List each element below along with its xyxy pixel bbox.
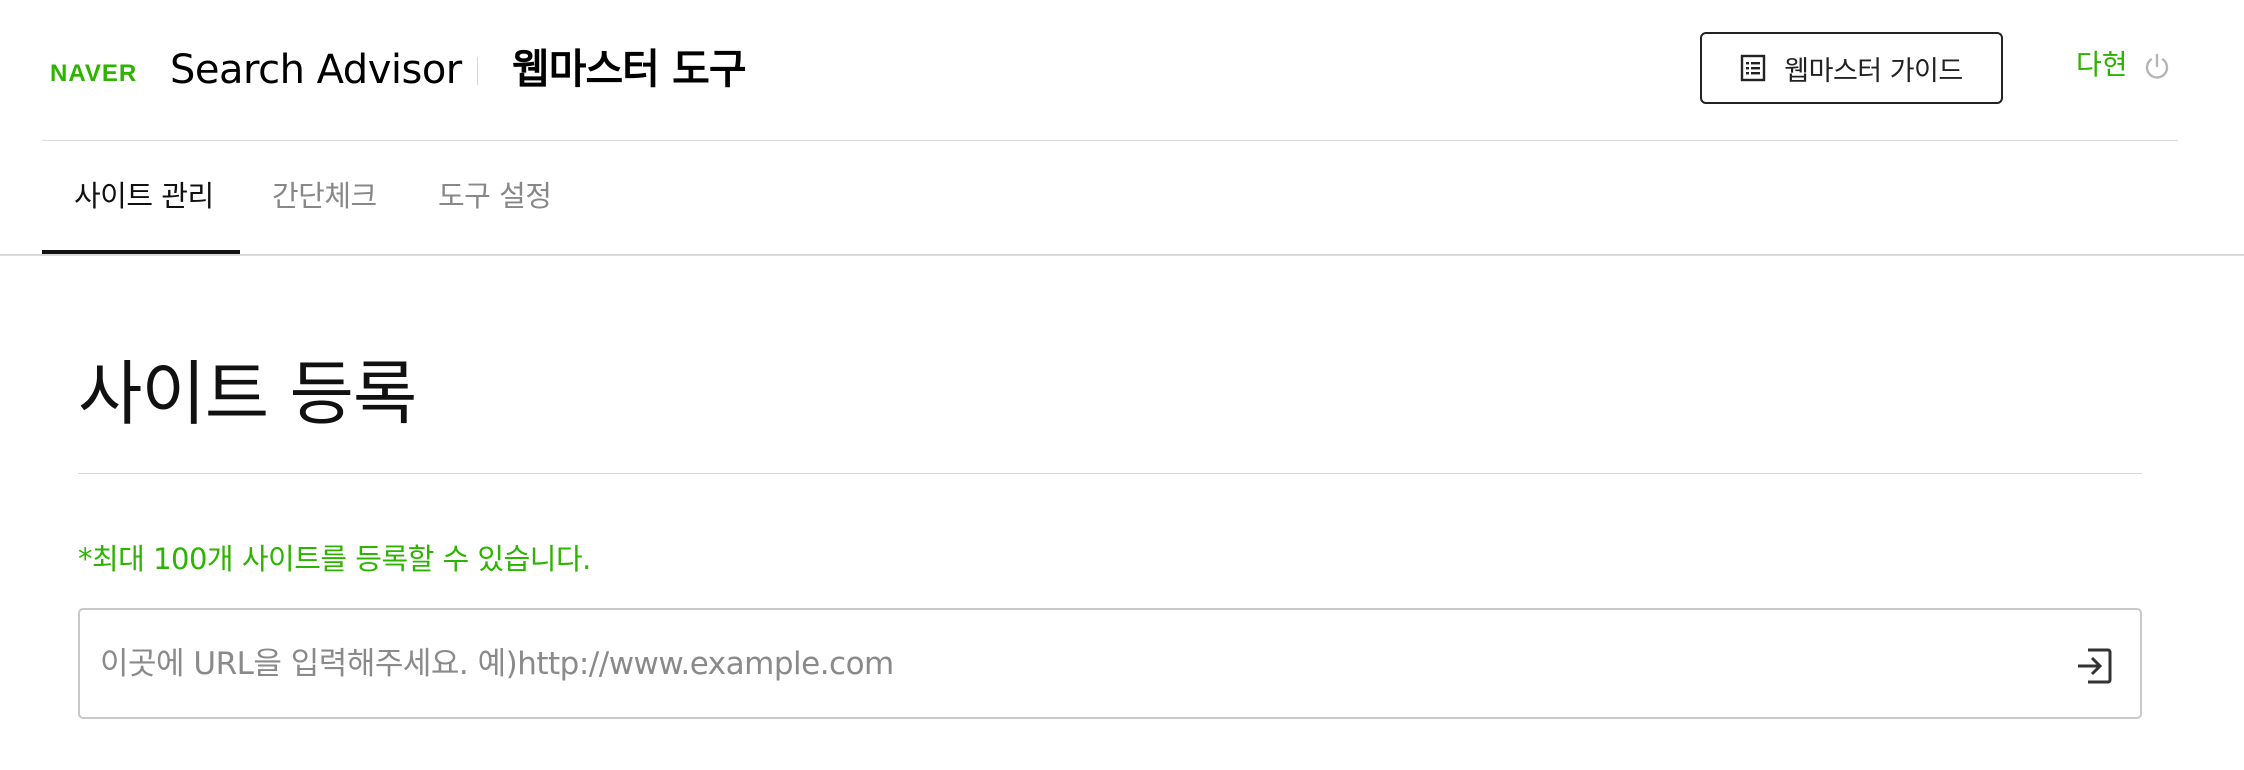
tabs-divider bbox=[0, 254, 2244, 256]
enter-arrow-icon[interactable] bbox=[2074, 646, 2114, 686]
title-divider bbox=[477, 57, 478, 85]
naver-logo[interactable]: NAVER bbox=[50, 60, 137, 88]
title-divider-line bbox=[78, 473, 2142, 474]
guide-button-label: 웹마스터 가이드 bbox=[1784, 55, 1963, 87]
product-name[interactable]: Search Advisor bbox=[170, 46, 462, 94]
tab-tool-settings[interactable]: 도구 설정 bbox=[438, 176, 552, 256]
url-input-box bbox=[78, 608, 2142, 719]
url-input[interactable] bbox=[100, 610, 2080, 717]
power-icon[interactable] bbox=[2142, 52, 2172, 82]
tab-site-management[interactable]: 사이트 관리 bbox=[74, 176, 214, 256]
page-title: 사이트 등록 bbox=[78, 353, 417, 435]
service-name: 웹마스터 도구 bbox=[512, 45, 747, 93]
site-limit-notice: *최대 100개 사이트를 등록할 수 있습니다. bbox=[78, 542, 591, 576]
user-name-link[interactable]: 다현 bbox=[2076, 47, 2128, 83]
top-header: NAVER Search Advisor 웹마스터 도구 웹마스터 가이드 다현 bbox=[42, 0, 2178, 141]
tab-simple-check[interactable]: 간단체크 bbox=[272, 176, 377, 256]
webmaster-guide-button[interactable]: 웹마스터 가이드 bbox=[1700, 32, 2003, 104]
list-document-icon bbox=[1741, 54, 1766, 82]
